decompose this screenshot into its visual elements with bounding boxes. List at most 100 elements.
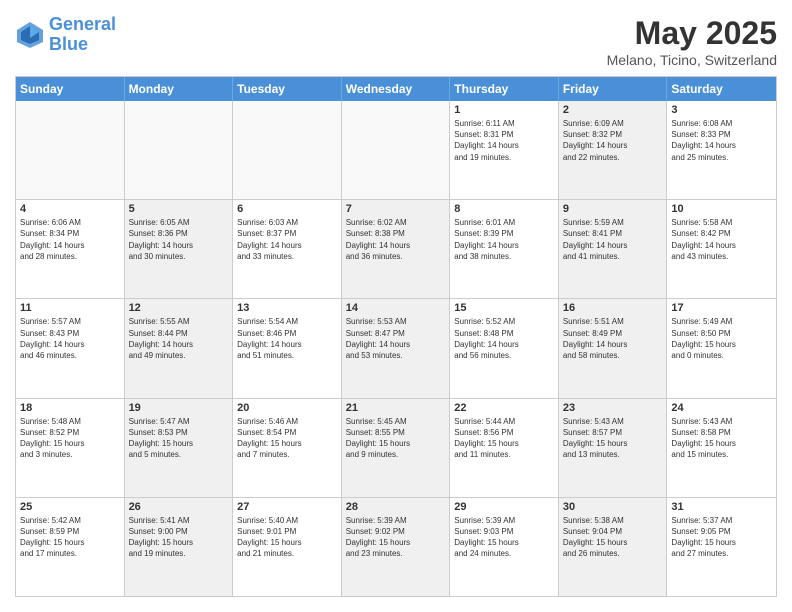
calendar-week-2: 11Sunrise: 5:57 AMSunset: 8:43 PMDayligh…	[16, 298, 776, 397]
day-header-monday: Monday	[125, 77, 234, 101]
empty-cell	[342, 101, 451, 199]
day-cell-26: 26 Sunrise: 5:41 AMSunset: 9:00 PMDayligh…	[125, 498, 234, 596]
title-block: May 2025 Melano, Ticino, Switzerland	[607, 15, 777, 68]
day-cell-4: 4 Sunrise: 6:06 AMSunset: 8:34 PMDaylight…	[16, 200, 125, 298]
logo: General Blue	[15, 15, 116, 55]
month-title: May 2025	[607, 15, 777, 52]
day-number: 31	[671, 501, 772, 513]
day-cell-18: 18Sunrise: 5:48 AMSunset: 8:52 PMDayligh…	[16, 399, 125, 497]
day-cell-6: 6Sunrise: 6:03 AMSunset: 8:37 PMDaylight…	[233, 200, 342, 298]
empty-cell	[16, 101, 125, 199]
day-info: Sunrise: 6:03 AMSunset: 8:37 PMDaylight:…	[237, 217, 337, 262]
day-number: 20	[237, 402, 337, 414]
day-info: Sunrise: 5:43 AMSunset: 8:58 PMDaylight:…	[671, 416, 772, 461]
day-number: 13	[237, 302, 337, 314]
day-cell-27: 27 Sunrise: 5:40 AMSunset: 9:01 PMDayligh…	[233, 498, 342, 596]
day-number: 3	[671, 104, 772, 116]
day-info: Sunrise: 6:06 AMSunset: 8:34 PMDaylight:…	[20, 217, 120, 262]
logo-icon	[15, 20, 45, 50]
day-number: 26	[129, 501, 229, 513]
day-info: Sunrise: 5:49 AMSunset: 8:50 PMDaylight:…	[671, 316, 772, 361]
day-info: Sunrise: 6:08 AMSunset: 8:33 PMDaylight:…	[671, 118, 772, 163]
day-info: Sunrise: 5:39 AMSunset: 9:02 PMDaylight:…	[346, 515, 446, 560]
day-number: 10	[671, 203, 772, 215]
day-number: 16	[563, 302, 663, 314]
day-cell-25: 25Sunrise: 5:42 AMSunset: 8:59 PMDayligh…	[16, 498, 125, 596]
logo-text: General Blue	[49, 15, 116, 55]
day-header-friday: Friday	[559, 77, 668, 101]
day-number: 22	[454, 402, 554, 414]
day-header-sunday: Sunday	[16, 77, 125, 101]
day-info: Sunrise: 5:45 AMSunset: 8:55 PMDaylight:…	[346, 416, 446, 461]
day-info: Sunrise: 5:55 AMSunset: 8:44 PMDaylight:…	[129, 316, 229, 361]
day-number: 27	[237, 501, 337, 513]
day-info: Sunrise: 5:51 AMSunset: 8:49 PMDaylight:…	[563, 316, 663, 361]
day-header-thursday: Thursday	[450, 77, 559, 101]
day-number: 1	[454, 104, 554, 116]
day-cell-21: 21Sunrise: 5:45 AMSunset: 8:55 PMDayligh…	[342, 399, 451, 497]
day-cell-1: 1 Sunrise: 6:11 AMSunset: 8:31 PMDaylight…	[450, 101, 559, 199]
day-info: Sunrise: 6:09 AMSunset: 8:32 PMDaylight:…	[563, 118, 663, 163]
day-info: Sunrise: 6:02 AMSunset: 8:38 PMDaylight:…	[346, 217, 446, 262]
day-cell-28: 28 Sunrise: 5:39 AMSunset: 9:02 PMDayligh…	[342, 498, 451, 596]
day-number: 15	[454, 302, 554, 314]
page: General Blue May 2025 Melano, Ticino, Sw…	[0, 0, 792, 612]
day-info: Sunrise: 5:52 AMSunset: 8:48 PMDaylight:…	[454, 316, 554, 361]
day-cell-7: 7 Sunrise: 6:02 AMSunset: 8:38 PMDaylight…	[342, 200, 451, 298]
day-info: Sunrise: 6:05 AMSunset: 8:36 PMDaylight:…	[129, 217, 229, 262]
day-info: Sunrise: 5:43 AMSunset: 8:57 PMDaylight:…	[563, 416, 663, 461]
day-cell-13: 13 Sunrise: 5:54 AMSunset: 8:46 PMDayligh…	[233, 299, 342, 397]
day-info: Sunrise: 5:46 AMSunset: 8:54 PMDaylight:…	[237, 416, 337, 461]
day-cell-17: 17Sunrise: 5:49 AMSunset: 8:50 PMDayligh…	[667, 299, 776, 397]
calendar: SundayMondayTuesdayWednesdayThursdayFrid…	[15, 76, 777, 597]
day-number: 19	[129, 402, 229, 414]
day-header-saturday: Saturday	[667, 77, 776, 101]
day-number: 2	[563, 104, 663, 116]
logo-line2: Blue	[49, 34, 88, 54]
day-cell-8: 8Sunrise: 6:01 AMSunset: 8:39 PMDaylight…	[450, 200, 559, 298]
day-cell-2: 2 Sunrise: 6:09 AMSunset: 8:32 PMDaylight…	[559, 101, 668, 199]
day-info: Sunrise: 5:54 AMSunset: 8:46 PMDaylight:…	[237, 316, 337, 361]
day-cell-5: 5 Sunrise: 6:05 AMSunset: 8:36 PMDaylight…	[125, 200, 234, 298]
day-number: 24	[671, 402, 772, 414]
day-cell-12: 12 Sunrise: 5:55 AMSunset: 8:44 PMDayligh…	[125, 299, 234, 397]
day-number: 4	[20, 203, 120, 215]
day-cell-16: 16 Sunrise: 5:51 AMSunset: 8:49 PMDayligh…	[559, 299, 668, 397]
day-number: 23	[563, 402, 663, 414]
day-cell-9: 9Sunrise: 5:59 AMSunset: 8:41 PMDaylight…	[559, 200, 668, 298]
day-number: 7	[346, 203, 446, 215]
day-number: 28	[346, 501, 446, 513]
day-number: 11	[20, 302, 120, 314]
day-info: Sunrise: 5:42 AMSunset: 8:59 PMDaylight:…	[20, 515, 120, 560]
day-cell-23: 23 Sunrise: 5:43 AMSunset: 8:57 PMDayligh…	[559, 399, 668, 497]
calendar-week-0: 1 Sunrise: 6:11 AMSunset: 8:31 PMDaylight…	[16, 101, 776, 199]
day-cell-14: 14Sunrise: 5:53 AMSunset: 8:47 PMDayligh…	[342, 299, 451, 397]
day-number: 12	[129, 302, 229, 314]
day-cell-22: 22 Sunrise: 5:44 AMSunset: 8:56 PMDayligh…	[450, 399, 559, 497]
calendar-week-3: 18Sunrise: 5:48 AMSunset: 8:52 PMDayligh…	[16, 398, 776, 497]
logo-line1: General	[49, 14, 116, 34]
calendar-week-1: 4 Sunrise: 6:06 AMSunset: 8:34 PMDaylight…	[16, 199, 776, 298]
day-number: 5	[129, 203, 229, 215]
empty-cell	[125, 101, 234, 199]
day-cell-3: 3 Sunrise: 6:08 AMSunset: 8:33 PMDaylight…	[667, 101, 776, 199]
day-cell-11: 11Sunrise: 5:57 AMSunset: 8:43 PMDayligh…	[16, 299, 125, 397]
day-info: Sunrise: 5:44 AMSunset: 8:56 PMDaylight:…	[454, 416, 554, 461]
location: Melano, Ticino, Switzerland	[607, 52, 777, 68]
day-cell-29: 29Sunrise: 5:39 AMSunset: 9:03 PMDayligh…	[450, 498, 559, 596]
day-info: Sunrise: 5:48 AMSunset: 8:52 PMDaylight:…	[20, 416, 120, 461]
day-number: 29	[454, 501, 554, 513]
day-cell-10: 10Sunrise: 5:58 AMSunset: 8:42 PMDayligh…	[667, 200, 776, 298]
day-cell-30: 30Sunrise: 5:38 AMSunset: 9:04 PMDayligh…	[559, 498, 668, 596]
day-cell-19: 19Sunrise: 5:47 AMSunset: 8:53 PMDayligh…	[125, 399, 234, 497]
day-cell-20: 20 Sunrise: 5:46 AMSunset: 8:54 PMDayligh…	[233, 399, 342, 497]
day-info: Sunrise: 5:38 AMSunset: 9:04 PMDaylight:…	[563, 515, 663, 560]
day-number: 8	[454, 203, 554, 215]
day-cell-24: 24 Sunrise: 5:43 AMSunset: 8:58 PMDayligh…	[667, 399, 776, 497]
day-info: Sunrise: 5:40 AMSunset: 9:01 PMDaylight:…	[237, 515, 337, 560]
day-info: Sunrise: 6:11 AMSunset: 8:31 PMDaylight:…	[454, 118, 554, 163]
day-info: Sunrise: 5:53 AMSunset: 8:47 PMDaylight:…	[346, 316, 446, 361]
day-info: Sunrise: 5:41 AMSunset: 9:00 PMDaylight:…	[129, 515, 229, 560]
day-number: 9	[563, 203, 663, 215]
calendar-week-4: 25Sunrise: 5:42 AMSunset: 8:59 PMDayligh…	[16, 497, 776, 596]
